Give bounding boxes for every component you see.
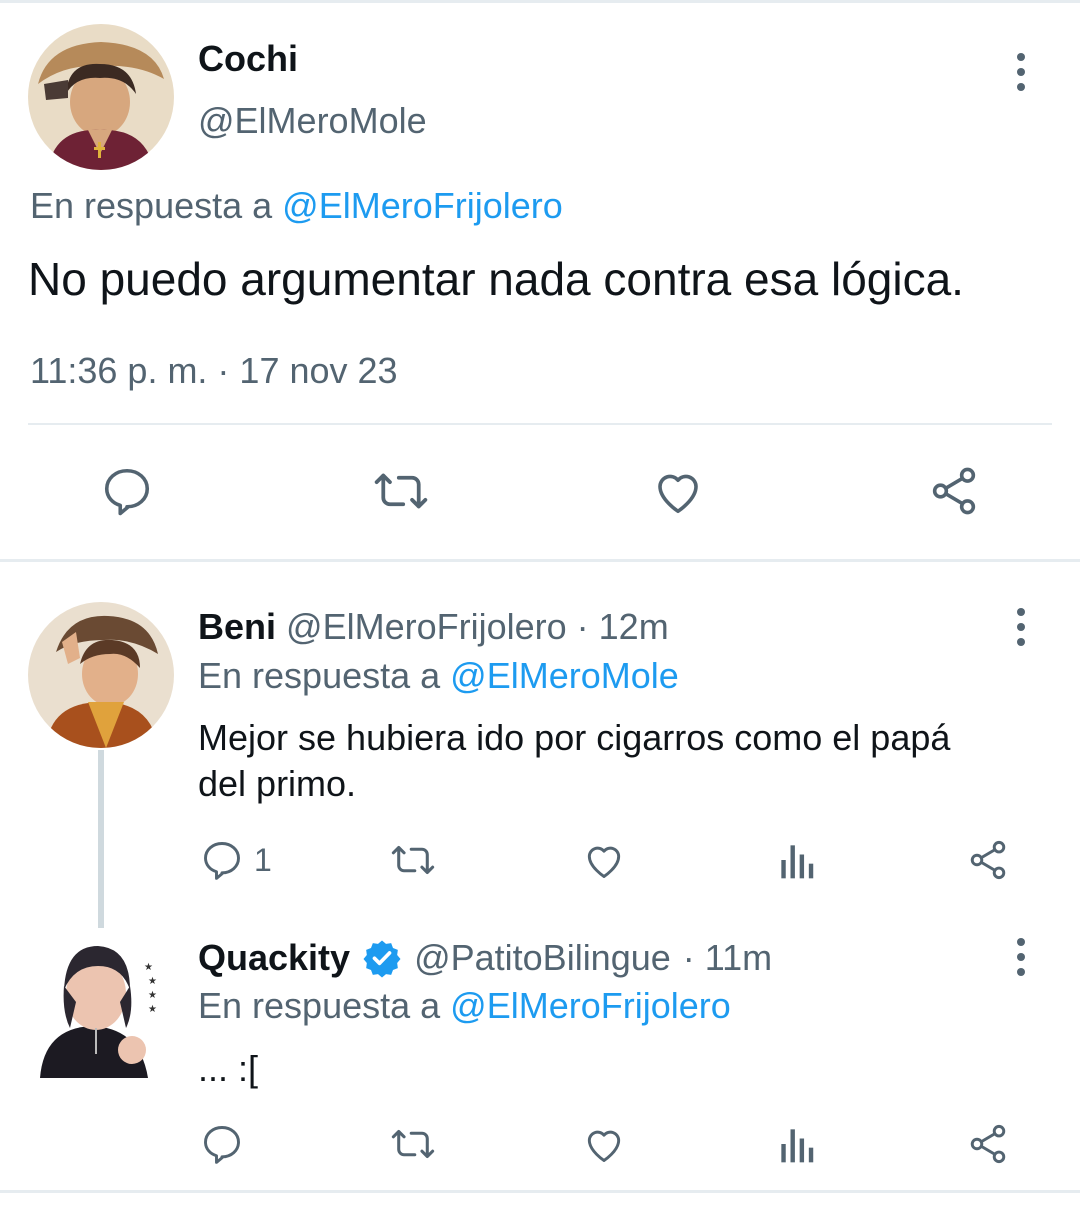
views-button[interactable] <box>776 1122 816 1166</box>
reply-to-link[interactable]: @ElMeroFrijolero <box>282 185 563 226</box>
reply-count: 1 <box>254 841 272 878</box>
share-icon <box>932 467 976 515</box>
like-button[interactable] <box>650 464 706 518</box>
reply-button[interactable] <box>200 1122 244 1166</box>
heart-icon <box>658 474 698 514</box>
retweet-icon <box>391 1129 435 1159</box>
more-icon[interactable] <box>1001 37 1041 107</box>
retweet-icon <box>391 845 435 875</box>
share-icon <box>970 840 1006 880</box>
share-button[interactable] <box>926 464 982 518</box>
views-icon <box>781 845 814 879</box>
more-icon[interactable] <box>1001 922 1041 992</box>
author-name[interactable]: Quackity <box>198 937 350 979</box>
svg-text:★: ★ <box>148 1004 157 1015</box>
section-divider <box>0 559 1080 562</box>
author-handle[interactable]: @ElMeroMole <box>198 100 427 142</box>
author-name[interactable]: Cochi <box>198 38 298 80</box>
tweet-time[interactable]: · 11m <box>683 937 772 979</box>
retweet-button[interactable] <box>388 1122 438 1166</box>
tweet-text: Mejor se hubiera ido por cigarros como e… <box>198 715 950 807</box>
heart-icon <box>587 1130 621 1162</box>
more-icon[interactable] <box>1001 592 1041 662</box>
reply-to-link[interactable]: @ElMeroMole <box>450 655 679 696</box>
reply-icon <box>204 1126 240 1164</box>
reply-context: En respuesta a @ElMeroFrijolero <box>198 985 731 1027</box>
reply-context: En respuesta a @ElMeroFrijolero <box>30 185 563 227</box>
svg-text:★: ★ <box>148 976 157 987</box>
reply-prefix: En respuesta a <box>198 985 441 1026</box>
retweet-icon <box>374 473 428 509</box>
tweet-time[interactable]: · 12m <box>577 606 669 647</box>
author-name[interactable]: Beni <box>198 606 276 647</box>
like-button[interactable] <box>582 1122 626 1166</box>
reply-to-link[interactable]: @ElMeroFrijolero <box>450 985 731 1026</box>
heart-icon <box>587 846 621 878</box>
avatar-beni[interactable] <box>28 602 174 748</box>
avatar-quackity[interactable]: ★ ★ ★ ★ <box>30 932 164 1078</box>
like-button[interactable] <box>582 838 626 882</box>
reply-prefix: En respuesta a <box>30 185 273 226</box>
reply-button[interactable] <box>100 464 154 518</box>
tweet-text: ... :[ <box>198 1048 259 1089</box>
share-button[interactable] <box>966 1122 1010 1166</box>
author-handle[interactable]: @ElMeroFrijolero <box>286 606 567 647</box>
top-divider <box>0 0 1080 3</box>
share-button[interactable] <box>966 838 1010 882</box>
svg-text:★: ★ <box>148 990 157 1001</box>
author-handle[interactable]: @PatitoBilingue <box>414 937 671 979</box>
reply-icon <box>104 468 150 516</box>
views-button[interactable] <box>776 838 816 882</box>
thread-line <box>98 750 104 928</box>
section-divider <box>0 1190 1080 1193</box>
reply-header: Beni @ElMeroFrijolero · 12m <box>198 606 669 648</box>
tweet-text-line: Mejor se hubiera ido por cigarros como e… <box>198 717 951 758</box>
retweet-button[interactable] <box>370 464 432 518</box>
svg-text:★: ★ <box>144 962 153 973</box>
verified-badge-icon <box>363 940 401 978</box>
reply-icon <box>204 842 240 880</box>
tweet-timestamp[interactable]: 11:36 p. m. · 17 nov 23 <box>30 350 398 392</box>
avatar-cochi[interactable] <box>28 24 174 170</box>
divider <box>28 423 1052 425</box>
reply-context: En respuesta a @ElMeroMole <box>198 655 679 697</box>
reply-button[interactable]: 1 <box>200 838 272 882</box>
tweet-text: No puedo argumentar nada contra esa lógi… <box>28 253 964 305</box>
share-icon <box>970 1124 1006 1164</box>
tweet-text-line: del primo. <box>198 763 357 804</box>
views-icon <box>781 1129 814 1163</box>
reply-prefix: En respuesta a <box>198 655 441 696</box>
reply-header: Quackity @PatitoBilingue · 11m <box>198 937 772 979</box>
retweet-button[interactable] <box>388 838 438 882</box>
